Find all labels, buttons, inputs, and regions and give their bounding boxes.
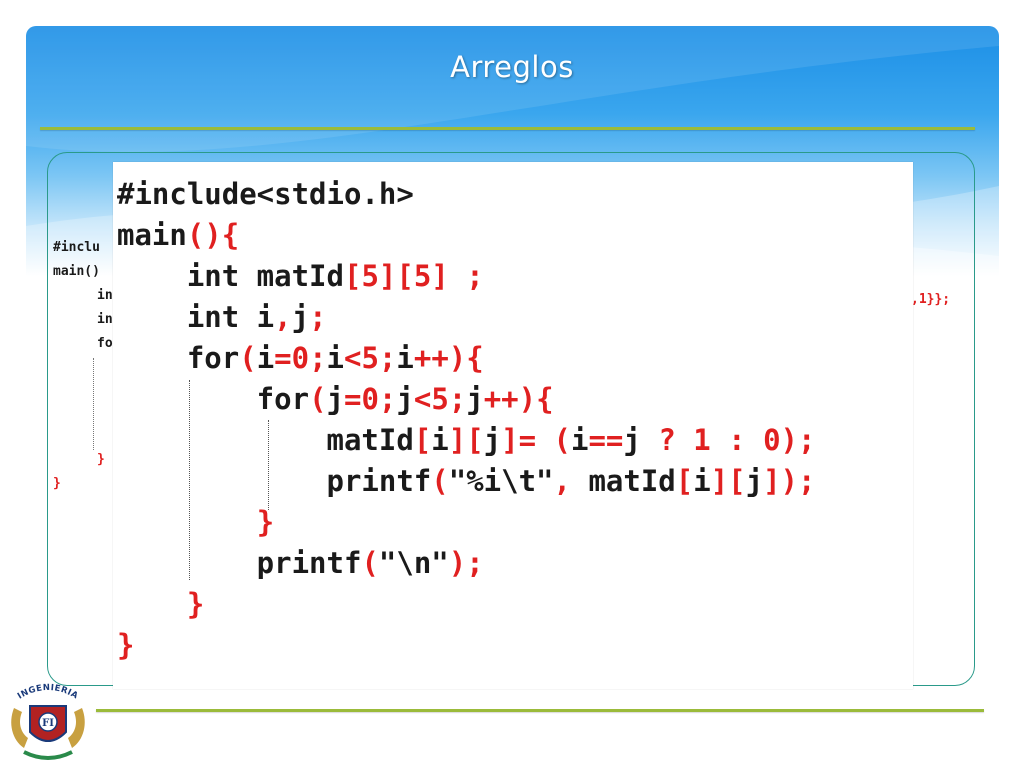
code-token: j [745, 464, 764, 498]
code-token: } [186, 587, 205, 621]
code-token: j [291, 300, 310, 334]
slide-title: Arreglos [450, 50, 574, 84]
code-token: ( [239, 341, 257, 375]
code-token: =0; [344, 382, 397, 416]
code-token: , [553, 464, 571, 498]
bg-code-line: } [53, 476, 61, 491]
code-token: for [117, 341, 240, 375]
code-token: <5; [413, 382, 467, 416]
bg-code-line: in [97, 288, 113, 303]
code-token: i [256, 341, 275, 375]
code-token: ][ [710, 464, 746, 498]
code-line: matId[i][j]= (i==j ? 1 : 0); [117, 422, 816, 458]
code-line: int i,j; [117, 299, 327, 335]
code-token: ++){ [413, 341, 484, 375]
code-token: ( [309, 382, 327, 416]
code-token: i [396, 341, 414, 375]
bg-code-line: in [97, 312, 113, 327]
code-line: for(j=0;j<5;j++){ [117, 381, 554, 417]
code-token: printf [117, 546, 362, 580]
code-token: (){ [186, 218, 240, 252]
bg-code-tail: ,1}}; [911, 292, 951, 307]
code-token: ( [361, 546, 379, 580]
logo-letters: FI [42, 718, 54, 729]
code-token: =0; [274, 341, 327, 375]
code-token: ? 1 : 0); [658, 423, 816, 457]
code-token: matId [117, 423, 414, 457]
bg-code-line: #inclu [53, 240, 100, 255]
slide: Arreglos #inclu main() in in fo } } ,1}}… [0, 0, 1024, 768]
code-token: i [326, 341, 345, 375]
code-token: [ [413, 423, 432, 457]
code-token: ; [309, 300, 327, 334]
code-token: ( [431, 464, 449, 498]
code-line: main(){ [117, 217, 239, 253]
code-token: "%i\t" [448, 464, 554, 498]
code-token: == [588, 423, 624, 457]
faculty-logo: INGENIERIA FI [11, 683, 85, 760]
code-token: for [117, 382, 310, 416]
code-token: #include<stdio.h> [117, 177, 414, 211]
code-line: for(i=0;i<5;i++){ [117, 340, 484, 376]
code-token: "\n" [378, 546, 449, 580]
logo-right-wing [68, 708, 85, 748]
code-line: int matId[5][5] ; [117, 258, 484, 294]
code-line: } [117, 627, 134, 663]
code-token: [ [675, 464, 694, 498]
title-divider [40, 127, 975, 130]
code-token: ++){ [483, 382, 554, 416]
code-token: ][ [448, 423, 484, 457]
code-token: j [623, 423, 659, 457]
code-token: j [483, 423, 502, 457]
code-token: } [256, 505, 275, 539]
code-line: } [117, 504, 274, 540]
code-token: , [274, 300, 292, 334]
code-token: i [693, 464, 711, 498]
footer-divider [96, 709, 984, 712]
code-token: int matId [117, 259, 344, 293]
code-token: main [117, 218, 187, 252]
code-token: matId [570, 464, 676, 498]
bg-code-line: fo [97, 336, 113, 351]
code-token: i [571, 423, 589, 457]
code-line: printf("%i\t", matId[i][j]); [117, 463, 816, 499]
code-line: } [117, 586, 204, 622]
bg-code-line: main() [53, 264, 100, 279]
indent-guide [268, 420, 269, 510]
logo-base [23, 750, 73, 760]
indent-guide [189, 380, 190, 580]
bg-code-line: } [97, 452, 105, 467]
code-token: printf [117, 464, 432, 498]
logo-left-wing [11, 708, 29, 748]
code-token: j [466, 382, 484, 416]
code-token: <5; [344, 341, 397, 375]
code-token: ( [553, 423, 571, 457]
code-token: } [117, 628, 135, 662]
code-token: ; [466, 259, 484, 293]
bg-indent-guide [93, 358, 94, 450]
code-panel: #include<stdio.h> main(){ int matId[5][5]… [113, 162, 913, 689]
code-token: ); [448, 546, 484, 580]
code-line: #include<stdio.h> [117, 176, 414, 212]
code-token: ]= [501, 423, 537, 457]
svg-text:INGENIERIA: INGENIERIA [16, 683, 80, 702]
code-token: [5][5] [343, 259, 449, 293]
code-token: int i [117, 300, 275, 334]
code-token: j [396, 382, 414, 416]
logo-text: INGENIERIA [16, 683, 79, 702]
code-token: j [326, 382, 344, 416]
code-token: ]); [763, 464, 816, 498]
code-token: i [431, 423, 449, 457]
code-line: printf("\n"); [117, 545, 484, 581]
